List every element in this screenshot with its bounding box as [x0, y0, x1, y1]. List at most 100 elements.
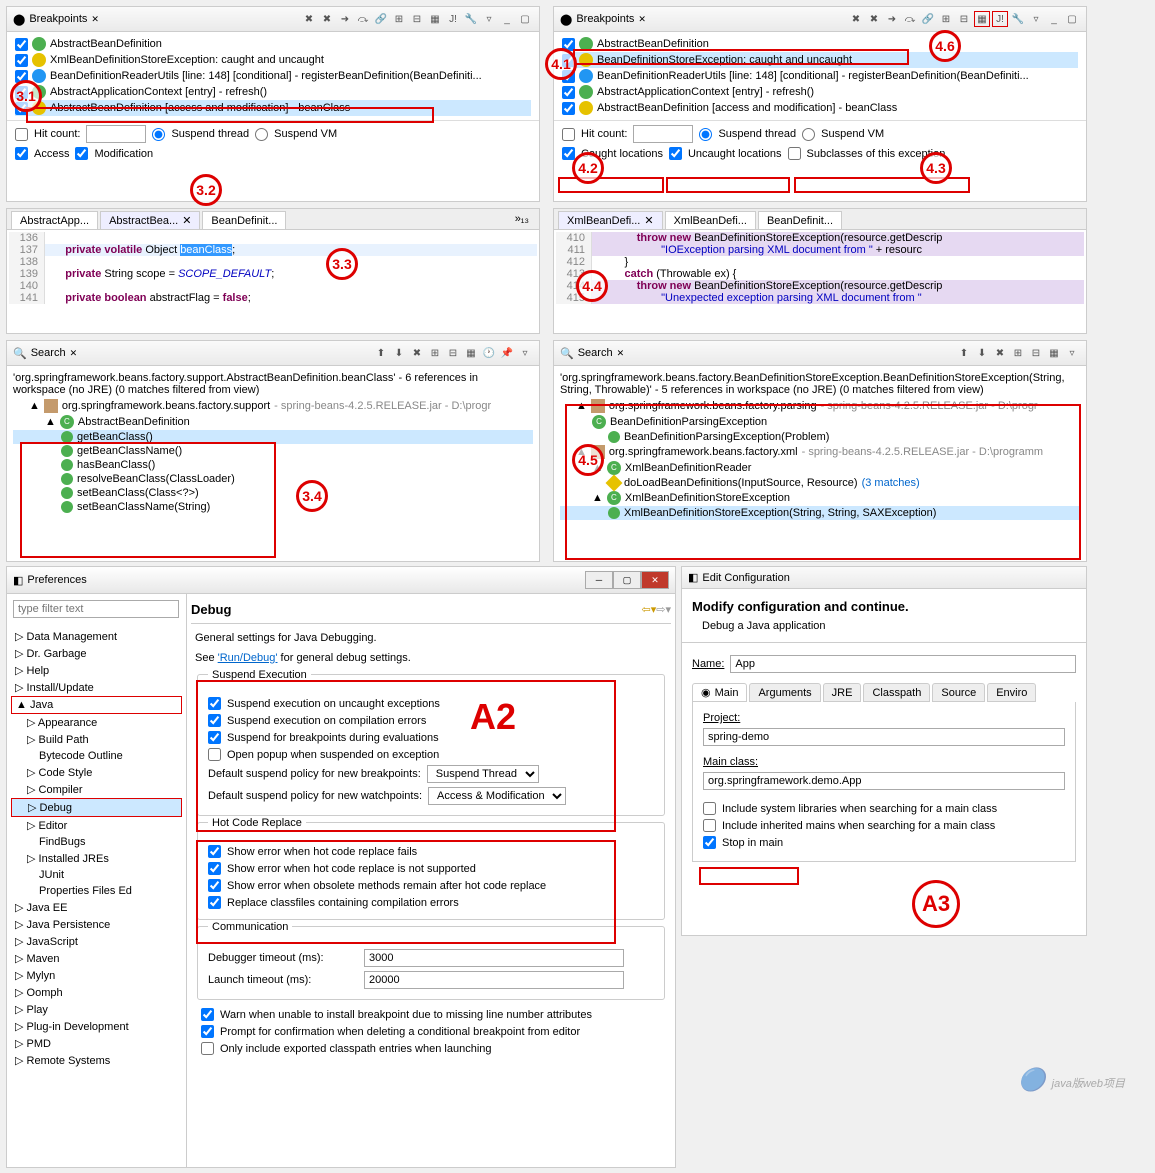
tab-classpath[interactable]: Classpath	[863, 683, 930, 702]
hcr-obsolete-checkbox[interactable]	[208, 879, 221, 892]
close-icon[interactable]: ✕	[644, 214, 653, 227]
nav-up-icon[interactable]: ⬆	[956, 345, 972, 361]
uncaught-checkbox[interactable]	[669, 147, 682, 160]
include-inherited-checkbox[interactable]	[703, 819, 716, 832]
tab-close-icon[interactable]: ✕	[638, 14, 646, 25]
stop-in-main-checkbox[interactable]	[703, 836, 716, 849]
minimize-button[interactable]: ─	[585, 571, 613, 589]
group-icon[interactable]: ▦	[427, 11, 443, 27]
bp-checkbox[interactable]	[15, 38, 28, 51]
close-button[interactable]: ✕	[641, 571, 669, 589]
remove-icon[interactable]: ✖	[848, 11, 864, 27]
expand-icon[interactable]: ⊞	[427, 345, 443, 361]
remove-all-icon[interactable]: ✖	[319, 11, 335, 27]
max-icon[interactable]: ▢	[517, 11, 533, 27]
bp-item[interactable]: XmlBeanDefinitionStoreException: caught …	[15, 52, 531, 68]
bp-item[interactable]: AbstractApplicationContext [entry] - ref…	[15, 84, 531, 100]
pref-sub[interactable]: ▷ Editor	[11, 817, 182, 834]
link-icon[interactable]: 🔗	[920, 11, 936, 27]
hcr-replace-checkbox[interactable]	[208, 896, 221, 909]
bp-item[interactable]: AbstractBeanDefinition	[562, 36, 1078, 52]
pref-sub[interactable]: FindBugs	[11, 834, 182, 850]
class-row[interactable]: ▲ C XmlBeanDefinitionStoreException	[560, 490, 1080, 506]
rundebug-link[interactable]: 'Run/Debug'	[218, 652, 278, 664]
pref-sub[interactable]: ▷ Code Style	[11, 764, 182, 781]
class-row[interactable]: ▲ C XmlBeanDefinitionReader	[560, 460, 1080, 476]
expand-icon[interactable]: ⊞	[391, 11, 407, 27]
config-name-field[interactable]	[730, 655, 1076, 673]
suspend-thread-radio[interactable]	[152, 128, 165, 141]
method-row[interactable]: doLoadBeanDefinitions(InputSource, Resou…	[560, 476, 1080, 490]
suspend-vm-radio[interactable]	[255, 128, 268, 141]
method-row[interactable]: hasBeanClass()	[13, 458, 533, 472]
pkg-row[interactable]: ▲ org.springframework.beans.factory.pars…	[560, 398, 1080, 414]
pref-cat[interactable]: ▷ Data Management	[11, 628, 182, 645]
skip-icon[interactable]: ⤼	[355, 11, 371, 27]
remove-icon[interactable]: ✖	[992, 345, 1008, 361]
expand-icon[interactable]: ⊞	[1010, 345, 1026, 361]
pref-cat[interactable]: ▷ Plug-in Development	[11, 1018, 182, 1035]
tab-close-icon[interactable]: ✕	[617, 348, 625, 359]
remove-all-icon[interactable]: ✖	[866, 11, 882, 27]
j-icon[interactable]: J!	[445, 11, 461, 27]
editor-tab[interactable]: BeanDefinit...	[202, 211, 286, 229]
subclasses-checkbox[interactable]	[788, 147, 801, 160]
tab-main[interactable]: ◉ Main	[692, 683, 747, 702]
hitcount-field[interactable]	[86, 125, 146, 143]
bp-checkbox[interactable]	[562, 38, 575, 51]
tab-source[interactable]: Source	[932, 683, 985, 702]
editor-tab-active[interactable]: XmlBeanDefi... ✕	[558, 211, 663, 229]
pref-sub[interactable]: ▷ Build Path	[11, 731, 182, 748]
nav-down-icon[interactable]: ⬇	[391, 345, 407, 361]
caught-checkbox[interactable]	[562, 147, 575, 160]
pref-cat[interactable]: ▷ Help	[11, 662, 182, 679]
collapse-icon[interactable]: ⊟	[1028, 345, 1044, 361]
tab-arguments[interactable]: Arguments	[749, 683, 820, 702]
only-exported-checkbox[interactable]	[201, 1042, 214, 1055]
pref-cat[interactable]: ▷ Java Persistence	[11, 916, 182, 933]
tab-jre[interactable]: JRE	[823, 683, 862, 702]
tree-icon[interactable]: ▦	[1046, 345, 1062, 361]
max-icon[interactable]: ▢	[1064, 11, 1080, 27]
method-row[interactable]: XmlBeanDefinitionStoreException(String, …	[560, 506, 1080, 520]
collapse-icon[interactable]: ⊟	[409, 11, 425, 27]
bp-item-selected[interactable]: AbstractBeanDefinition [access and modif…	[15, 100, 531, 116]
menu-icon[interactable]: ▿	[517, 345, 533, 361]
bp-checkbox[interactable]	[562, 54, 575, 67]
pref-sub[interactable]: ▷ Appearance	[11, 714, 182, 731]
pref-sub[interactable]: JUnit	[11, 867, 182, 883]
min-icon[interactable]: _	[499, 11, 515, 27]
code-body[interactable]: 410 throw new BeanDefinitionStoreExcepti…	[554, 230, 1086, 306]
hcr-unsupported-checkbox[interactable]	[208, 862, 221, 875]
pref-sub-debug[interactable]: ▷ Debug	[11, 798, 182, 817]
popup-checkbox[interactable]	[208, 748, 221, 761]
goto-icon[interactable]: ➜	[337, 11, 353, 27]
tab-close-icon[interactable]: ✕	[91, 14, 99, 25]
class-row[interactable]: C BeanDefinitionParsingException	[560, 414, 1080, 430]
bp-item[interactable]: AbstractBeanDefinition	[15, 36, 531, 52]
bp-checkbox[interactable]	[562, 86, 575, 99]
method-row[interactable]: setBeanClass(Class<?>)	[13, 486, 533, 500]
bp-item[interactable]: BeanDefinitionReaderUtils [line: 148] [c…	[562, 68, 1078, 84]
class-row[interactable]: ▲ C AbstractBeanDefinition	[13, 414, 533, 430]
min-icon[interactable]: _	[1046, 11, 1062, 27]
method-row[interactable]: getBeanClassName()	[13, 444, 533, 458]
wp-policy-select[interactable]: Access & Modification	[428, 787, 566, 805]
editor-tab[interactable]: BeanDefinit...	[758, 211, 842, 229]
hitcount-checkbox[interactable]	[562, 128, 575, 141]
more-tabs[interactable]: »₁₃	[509, 211, 535, 229]
bp-item[interactable]: AbstractApplicationContext [entry] - ref…	[562, 84, 1078, 100]
pref-cat[interactable]: ▷ Maven	[11, 950, 182, 967]
back-icon[interactable]: ⇦▾	[642, 603, 657, 616]
remove-icon[interactable]: ✖	[301, 11, 317, 27]
pref-cat[interactable]: ▷ Oomph	[11, 984, 182, 1001]
pref-sub[interactable]: Properties Files Ed	[11, 883, 182, 899]
suspend-compile-checkbox[interactable]	[208, 714, 221, 727]
wrench-icon[interactable]: 🔧	[463, 11, 479, 27]
maximize-button[interactable]: ▢	[613, 571, 641, 589]
project-field[interactable]	[703, 728, 1065, 746]
wrench-icon[interactable]: 🔧	[1010, 11, 1026, 27]
expand-icon[interactable]: ⊞	[938, 11, 954, 27]
bp-policy-select[interactable]: Suspend Thread	[427, 765, 539, 783]
menu-icon[interactable]: ▿	[1028, 11, 1044, 27]
